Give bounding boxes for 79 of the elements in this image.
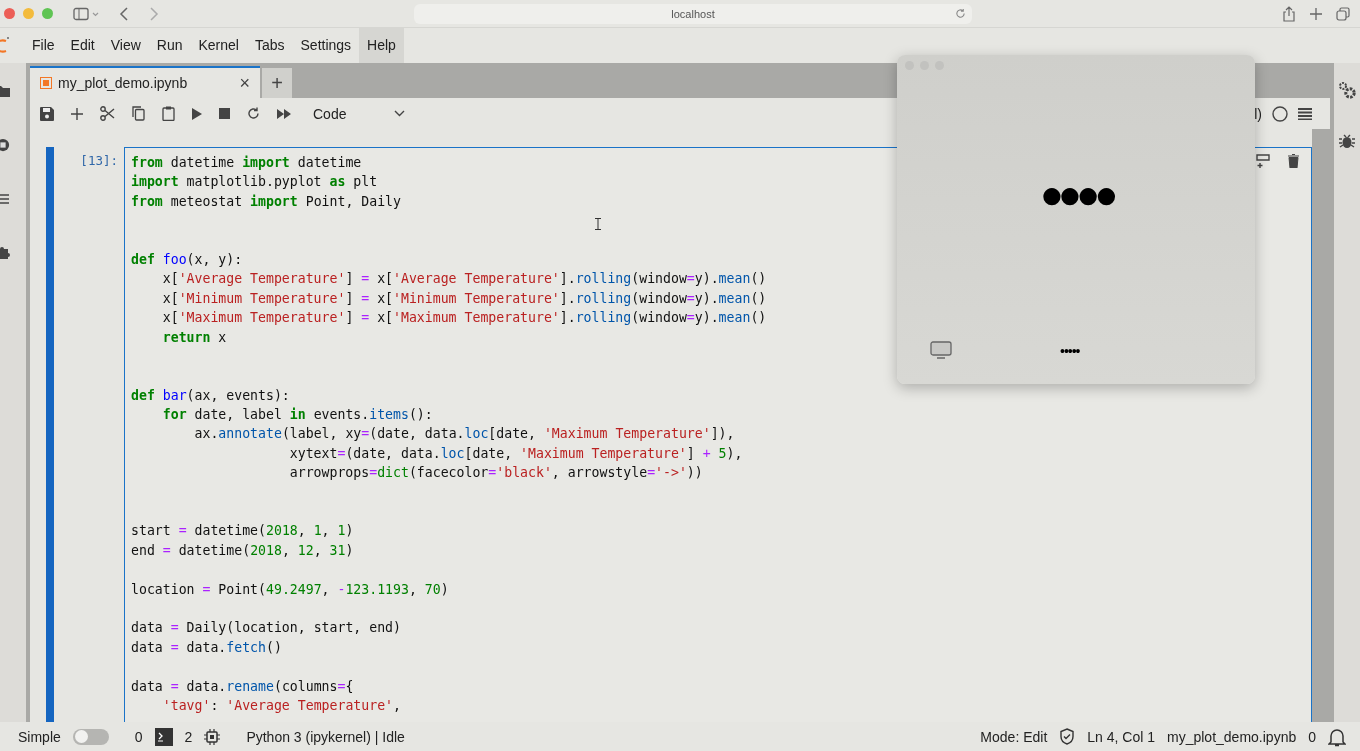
- monitor-icon[interactable]: [930, 341, 952, 360]
- cut-icon[interactable]: [100, 106, 115, 121]
- tab-label: my_plot_demo.ipynb: [58, 75, 189, 91]
- password-mask: ●●●●: [1039, 172, 1113, 216]
- sidebar-toggle-icon[interactable]: [73, 6, 99, 21]
- menu-item[interactable]: Tabs: [246, 28, 293, 63]
- address-bar[interactable]: localhost: [414, 3, 972, 24]
- code-line: import matplotlib.pyplot as plt: [131, 173, 378, 192]
- puzzle-icon[interactable]: [0, 245, 10, 259]
- kernel-status[interactable]: Python 3 (ipykernel) | Idle: [246, 728, 405, 745]
- code-line: return x: [161, 328, 227, 347]
- code-line: xytext=(date, data.loc[date, 'Maximum Temperature'] + 5),: [288, 444, 743, 463]
- terminal-count[interactable]: 0: [134, 728, 143, 745]
- terminal-icon[interactable]: [154, 727, 173, 746]
- bug-icon[interactable]: [1339, 133, 1355, 149]
- bell-icon[interactable]: [1328, 726, 1346, 747]
- share-icon[interactable]: [1282, 5, 1296, 22]
- text-cursor-icon: [595, 218, 601, 230]
- new-tab-icon[interactable]: [1310, 7, 1322, 20]
- password-dots: •••••: [1060, 342, 1080, 359]
- copy-icon[interactable]: [132, 106, 145, 121]
- menu-item[interactable]: Run: [148, 28, 191, 63]
- add-cell-icon[interactable]: [71, 107, 83, 120]
- code-line: from meteostat import Point, Daily: [131, 192, 401, 211]
- notebook-icon: [40, 77, 52, 89]
- file-name: my_plot_demo.ipynb: [1167, 728, 1297, 745]
- close-window-button[interactable]: [4, 8, 15, 19]
- execution-count: [13]:: [79, 152, 119, 168]
- cell-type-dropdown[interactable]: Code: [313, 105, 406, 122]
- menu-item[interactable]: Kernel: [190, 28, 247, 63]
- shield-check-icon[interactable]: [1059, 728, 1076, 745]
- code-line: from datetime import datetime: [131, 154, 362, 172]
- code-line: data = Daily(location, start, end): [131, 619, 401, 638]
- notebook-tab[interactable]: my_plot_demo.ipynb ×: [30, 66, 260, 98]
- menu-item[interactable]: Help: [359, 28, 404, 63]
- reload-icon[interactable]: [955, 7, 966, 19]
- gears-icon[interactable]: [1338, 81, 1356, 99]
- menu-item[interactable]: View: [102, 28, 149, 63]
- folder-icon[interactable]: [0, 85, 10, 97]
- code-line: data = data.fetch(): [131, 638, 282, 657]
- simple-mode-toggle[interactable]: [72, 728, 109, 745]
- chevron-down-icon: [394, 110, 406, 117]
- insert-below-icon[interactable]: [1256, 154, 1270, 168]
- code-line: x['Average Temperature'] = x['Average Temperature'].rolling(window=y).mean(): [161, 270, 767, 289]
- tab-overview-icon[interactable]: [1336, 6, 1350, 21]
- menu-item[interactable]: Edit: [62, 28, 103, 63]
- paste-icon[interactable]: [162, 106, 175, 121]
- code-line: def bar(ax, events):: [131, 386, 290, 405]
- new-launcher-button[interactable]: +: [262, 68, 292, 98]
- code-line: data = data.rename(columns={: [131, 677, 354, 696]
- menu-icon[interactable]: [1298, 107, 1312, 120]
- kernel-count[interactable]: 2: [184, 728, 193, 745]
- back-icon[interactable]: [119, 6, 129, 21]
- simple-mode-label: Simple: [18, 728, 61, 745]
- code-line: for date, label in events.items():: [161, 406, 433, 425]
- code-line: start = datetime(2018, 1, 1): [131, 522, 354, 541]
- kernel-idle-icon: [1272, 105, 1288, 122]
- restart-icon[interactable]: [247, 107, 260, 120]
- code-line: def foo(x, y):: [131, 250, 243, 269]
- code-line: 'tavg': 'Average Temperature',: [161, 696, 401, 715]
- code-line: location = Point(49.2497, -123.1193, 70): [131, 580, 449, 599]
- notification-count[interactable]: 0: [1308, 728, 1316, 745]
- menu-item[interactable]: File: [24, 28, 63, 63]
- code-line: end = datetime(2018, 12, 31): [131, 541, 354, 560]
- code-line: x['Maximum Temperature'] = x['Maximum Temperature'].rolling(window=y).mean(): [161, 309, 767, 328]
- close-tab-button[interactable]: ×: [237, 72, 252, 94]
- fast-forward-icon[interactable]: [277, 108, 292, 119]
- code-line: ax.annotate(label, xy=(date, data.loc[date, 'Maximum Temperature']),: [193, 425, 735, 444]
- menu-item[interactable]: Settings: [292, 28, 360, 63]
- cursor-position[interactable]: Ln 4, Col 1: [1087, 728, 1155, 745]
- cell-collapser[interactable]: [46, 147, 54, 722]
- code-line: arrowprops=dict(facecolor='black', arrowstyle='->')): [288, 464, 703, 483]
- run-icon[interactable]: [192, 107, 202, 120]
- chip-icon[interactable]: [204, 728, 221, 745]
- code-line: x['Minimum Temperature'] = x['Minimum Temperature'].rolling(window=y).mean(): [161, 289, 767, 308]
- delete-icon[interactable]: [1288, 154, 1299, 168]
- save-icon[interactable]: [40, 106, 54, 121]
- kernel-name[interactable]: l): [1254, 105, 1262, 122]
- editor-mode[interactable]: Mode: Edit: [980, 728, 1048, 745]
